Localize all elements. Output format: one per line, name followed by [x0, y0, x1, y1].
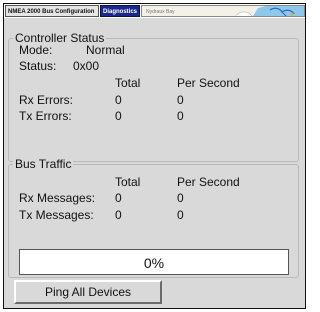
- tab-bus-configuration[interactable]: NMEA 2000 Bus Configuration: [5, 5, 99, 17]
- bus-traffic-title: Bus Traffic: [13, 157, 74, 171]
- tx-messages-total: 0: [115, 208, 122, 222]
- tab-map-preview[interactable]: Nydraux Bay: [141, 5, 305, 17]
- diagnostics-panel: Controller Status Mode: Normal Status: 0…: [4, 18, 305, 308]
- rx-errors-total: 0: [115, 93, 122, 107]
- traffic-total-header: Total: [115, 175, 141, 189]
- tx-errors-label: Tx Errors:: [19, 109, 72, 123]
- mode-value: Normal: [86, 43, 125, 57]
- tx-errors-total: 0: [115, 109, 122, 123]
- bus-load-progress-bar: 0%: [19, 249, 289, 275]
- traffic-per-second-header: Per Second: [177, 175, 240, 189]
- tab-diagnostics[interactable]: Diagnostics: [100, 5, 140, 17]
- tx-messages-label: Tx Messages:: [19, 208, 94, 222]
- status-value: 0x00: [73, 59, 100, 73]
- rx-errors-per-second: 0: [177, 93, 184, 107]
- controller-status-group: Controller Status Mode: Normal Status: 0…: [8, 31, 299, 162]
- rx-errors-label: Rx Errors:: [19, 93, 73, 107]
- tab-strip: NMEA 2000 Bus Configuration Diagnostics …: [4, 4, 305, 18]
- bus-traffic-group: Bus Traffic Total Per Second Rx Messages…: [8, 157, 299, 278]
- tx-errors-per-second: 0: [177, 109, 184, 123]
- errors-total-header: Total: [115, 76, 141, 90]
- ping-all-devices-label: Ping All Devices: [44, 285, 132, 299]
- ping-all-devices-button[interactable]: Ping All Devices: [14, 280, 162, 304]
- map-tab-label: Nydraux Bay: [146, 9, 175, 15]
- errors-per-second-header: Per Second: [177, 76, 240, 90]
- rx-messages-label: Rx Messages:: [19, 191, 96, 205]
- status-label: Status:: [19, 59, 57, 73]
- window-frame: NMEA 2000 Bus Configuration Diagnostics …: [3, 3, 306, 309]
- bus-load-percent: 0%: [143, 255, 165, 271]
- rx-messages-per-second: 0: [177, 191, 184, 205]
- mode-label: Mode:: [19, 43, 53, 57]
- tx-messages-per-second: 0: [177, 208, 184, 222]
- rx-messages-total: 0: [115, 191, 122, 205]
